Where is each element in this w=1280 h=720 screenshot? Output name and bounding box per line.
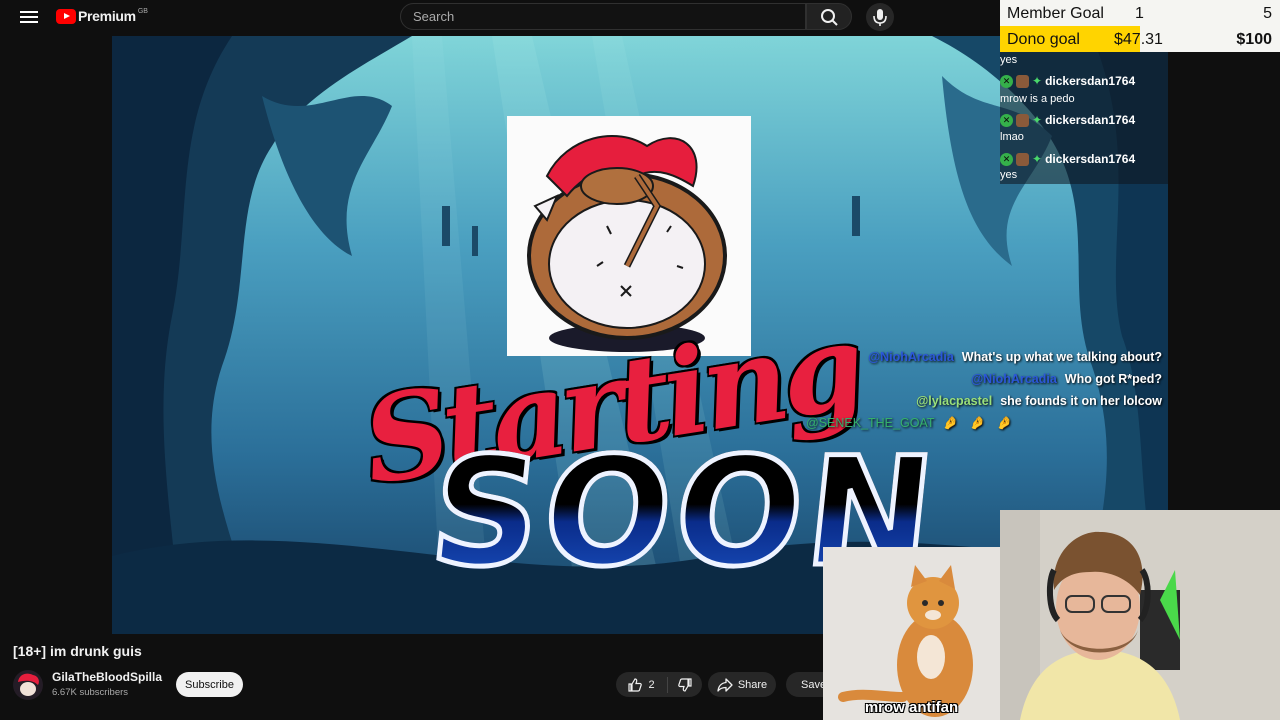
menu-icon[interactable] — [20, 9, 38, 25]
search-input[interactable]: Search — [400, 3, 806, 30]
cat-image — [823, 547, 1000, 720]
video-title: [18+] im drunk guis — [13, 643, 142, 659]
dislike-button[interactable] — [668, 677, 702, 692]
share-label: Share — [737, 678, 768, 691]
stream-chat-overlay: @NiohArcadia What's up what we talking a… — [802, 346, 1162, 434]
member-goal-bar: Member Goal 1 5 — [1000, 0, 1280, 26]
chat-user-row: ✕ ✦ dickersdan1764 — [1000, 74, 1135, 88]
logo-country: GB — [137, 7, 148, 15]
chat-text: yes — [1000, 54, 1018, 66]
logo-text: Premium — [78, 8, 136, 24]
chat-text: Who got R*ped? — [1064, 372, 1162, 386]
subscriber-count: 6.67K subscribers — [52, 687, 129, 698]
chat-message: @NiohArcadia Who got R*ped? — [802, 368, 1162, 390]
like-dislike-group: 2 — [616, 672, 702, 697]
chat-username: @lylacpastel — [916, 394, 993, 408]
share-button[interactable]: Share — [708, 672, 776, 697]
member-goal-current: 1 — [1135, 5, 1144, 22]
sparkle-badge-icon: ✦ — [1032, 74, 1043, 88]
chat-text: 🤌 🤌 🤌 — [942, 415, 1017, 430]
chat-text: lmao — [1000, 131, 1024, 143]
chat-message: @SENEK_THE_GOAT 🤌 🤌 🤌 — [802, 412, 1162, 434]
chat-username: @NiohArcadia — [970, 372, 1057, 386]
like-count: 2 — [648, 678, 655, 691]
chat-text: What's up what we talking about? — [961, 350, 1162, 364]
subscribe-button[interactable]: Subscribe — [176, 672, 243, 697]
thumbs-up-icon — [628, 677, 643, 692]
thumbs-down-icon — [678, 677, 692, 692]
chat-username: @SENEK_THE_GOAT — [806, 416, 935, 430]
top-bar: Premium GB Search — [0, 0, 1000, 36]
member-goal-label: Member Goal — [1007, 5, 1104, 22]
goals-overlay: Member Goal 1 5 Dono goal $47.31 $100 — [1000, 0, 1280, 52]
chat-text: mrow is a pedo — [1000, 93, 1075, 105]
dono-goal-bar: Dono goal $47.31 $100 — [1000, 26, 1280, 52]
chat-username: @NiohArcadia — [867, 350, 954, 364]
dono-goal-target: $100 — [1236, 31, 1272, 48]
youtube-play-icon — [56, 8, 76, 24]
chat-user-row: ✕ ✦ dickersdan1764 — [1000, 113, 1135, 127]
streamer-image — [1000, 510, 1280, 720]
dono-goal-current: $47.31 — [1114, 31, 1163, 48]
youtube-premium-logo[interactable]: Premium GB — [56, 8, 148, 24]
save-label: Save — [801, 678, 823, 691]
search-button[interactable] — [806, 3, 852, 30]
search-icon — [821, 9, 838, 26]
cat-caption: mrow antifan — [864, 699, 959, 716]
dono-goal-label: Dono goal — [1007, 31, 1080, 48]
cat-camera: mrow antifan — [823, 547, 1000, 720]
xbox-badge-icon: ✕ — [1000, 74, 1013, 88]
save-button[interactable]: Save — [786, 672, 823, 697]
chat-username: dickersdan1764 — [1045, 113, 1136, 127]
chat-text: she founds it on her lolcow — [1000, 394, 1162, 408]
channel-name[interactable]: GilaTheBloodSpilla — [52, 670, 162, 684]
search-placeholder: Search — [413, 9, 455, 24]
user-avatar — [1016, 152, 1029, 166]
member-goal-target: 5 — [1263, 5, 1272, 22]
top-chat-overlay: yes ✕ ✦ dickersdan1764 mrow is a pedo ✕ … — [1000, 52, 1168, 184]
microphone-icon — [873, 9, 887, 26]
share-icon — [717, 677, 733, 692]
chat-user-row: ✕ ✦ dickersdan1764 — [1000, 152, 1135, 166]
chat-text: yes — [1000, 169, 1018, 181]
streamer-webcam — [1000, 510, 1280, 720]
sparkle-badge-icon: ✦ — [1032, 152, 1043, 166]
chat-username: dickersdan1764 — [1045, 152, 1136, 166]
xbox-badge-icon: ✕ — [1000, 152, 1013, 166]
xbox-badge-icon: ✕ — [1000, 113, 1013, 127]
sparkle-badge-icon: ✦ — [1032, 113, 1043, 127]
voice-search-button[interactable] — [866, 3, 894, 31]
like-button[interactable]: 2 — [616, 676, 668, 693]
channel-avatar[interactable] — [13, 670, 43, 700]
user-avatar — [1016, 74, 1029, 88]
chat-message: @lylacpastel she founds it on her lolcow — [802, 390, 1162, 412]
channel-avatar-image — [13, 670, 43, 700]
user-avatar — [1016, 113, 1029, 127]
chat-username: dickersdan1764 — [1045, 74, 1136, 88]
chat-message: @NiohArcadia What's up what we talking a… — [802, 346, 1162, 368]
